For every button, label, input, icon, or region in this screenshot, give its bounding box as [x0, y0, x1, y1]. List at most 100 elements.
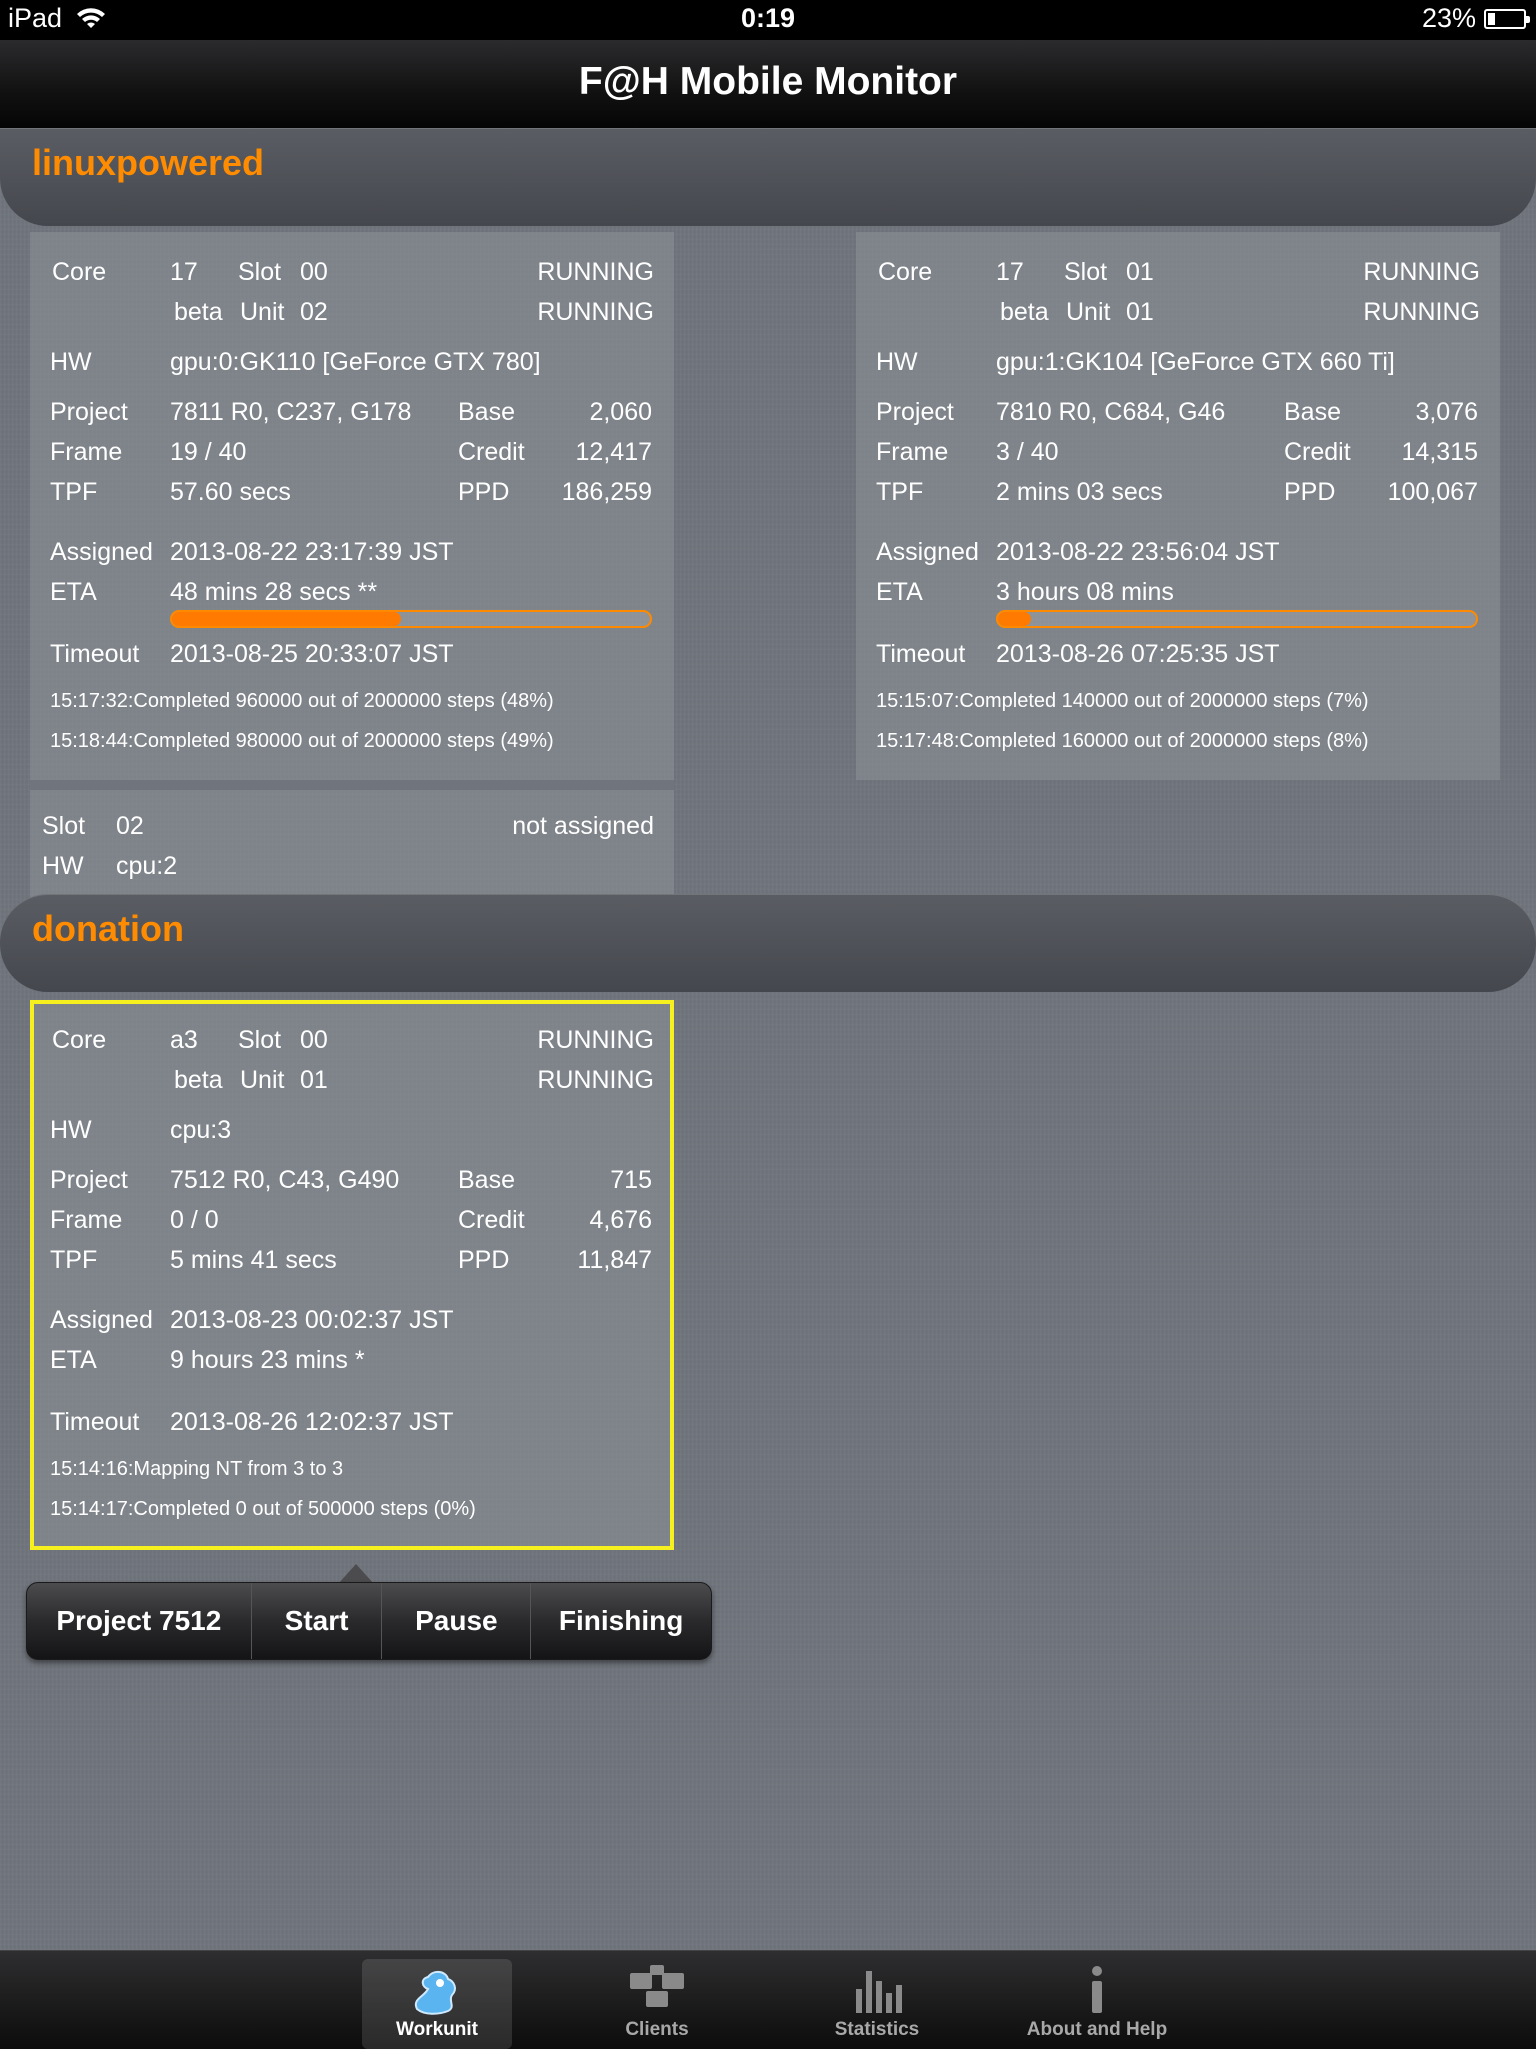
unit-value: 01 — [300, 1066, 328, 1094]
unit-value: 01 — [1126, 298, 1154, 326]
tab-statistics[interactable]: Statistics — [802, 1959, 952, 2049]
hw-value: cpu:3 — [170, 1116, 232, 1144]
eta-label: ETA — [50, 578, 97, 606]
tab-clients[interactable]: Clients — [582, 1959, 732, 2049]
credit-label: Credit — [458, 438, 525, 466]
project-label: Project — [50, 1166, 128, 1194]
project-value: 7810 R0, C684, G46 — [996, 398, 1226, 426]
workunit-card[interactable]: Core 17 Slot 01 RUNNING beta Unit 01 RUN… — [856, 232, 1500, 780]
tab-bar: Workunit Clients Statistics About and He… — [0, 1950, 1536, 2049]
eta-label: ETA — [876, 578, 923, 606]
tab-label: Workunit — [396, 2019, 478, 2040]
finishing-button[interactable]: Finishing — [531, 1583, 711, 1659]
ppd-label: PPD — [458, 1246, 510, 1274]
slot-value: 00 — [300, 258, 328, 286]
timeout-label: Timeout — [50, 640, 140, 668]
slot-label: Slot — [1064, 258, 1108, 286]
hw-value: cpu:2 — [116, 852, 178, 880]
project-button[interactable]: Project 7512 — [27, 1583, 252, 1659]
slot-label: Slot — [238, 1026, 282, 1054]
battery-icon — [1484, 8, 1530, 29]
project-value: 7512 R0, C43, G490 — [170, 1166, 400, 1194]
workunit-content[interactable]: linuxpowered Core 17 Slot 00 RUNNING bet… — [0, 128, 1536, 1950]
beta-label: beta — [174, 1066, 223, 1094]
base-value: 715 — [610, 1166, 652, 1194]
ppd-value: 100,067 — [1387, 478, 1478, 506]
app-title: F@H Mobile Monitor — [578, 60, 958, 103]
workunit-card[interactable]: Core 17 Slot 00 RUNNING beta Unit 02 RUN… — [30, 232, 674, 910]
beta-label: beta — [1000, 298, 1049, 326]
timeout-label: Timeout — [876, 640, 966, 668]
base-label: Base — [1284, 398, 1341, 426]
log-line: 15:18:44:Completed 980000 out of 2000000… — [50, 730, 554, 752]
tab-workunit[interactable]: Workunit — [362, 1959, 512, 2049]
timeout-value: 2013-08-25 20:33:07 JST — [170, 640, 454, 668]
ppd-label: PPD — [1284, 478, 1336, 506]
log-line: 15:17:32:Completed 960000 out of 2000000… — [50, 690, 554, 712]
slot-state: RUNNING — [1363, 258, 1480, 286]
timeout-value: 2013-08-26 12:02:37 JST — [170, 1408, 454, 1436]
slot-value: 00 — [300, 1026, 328, 1054]
frame-value: 3 / 40 — [996, 438, 1059, 466]
progress-bar — [996, 610, 1478, 628]
slot-state: RUNNING — [537, 1026, 654, 1054]
unit-label: Unit — [240, 298, 285, 326]
progress-fill — [172, 612, 402, 626]
core-label: Core — [52, 258, 107, 286]
client-header-linuxpowered[interactable]: linuxpowered — [0, 128, 1536, 226]
slot-divider — [30, 780, 674, 790]
pause-button[interactable]: Pause — [382, 1583, 532, 1659]
client-name: donation — [32, 908, 184, 949]
hw-label: HW — [876, 348, 918, 376]
log-line: 15:14:17:Completed 0 out of 500000 steps… — [50, 1498, 476, 1520]
status-time: 0:19 — [740, 3, 796, 33]
base-label: Base — [458, 398, 515, 426]
info-icon — [1092, 1966, 1102, 2013]
progress-fill — [998, 612, 1032, 626]
slot-status: not assigned — [512, 812, 654, 840]
tpf-value: 5 mins 41 secs — [170, 1246, 337, 1274]
base-label: Base — [458, 1166, 515, 1194]
assigned-value: 2013-08-22 23:56:04 JST — [996, 538, 1280, 566]
slot-value: 02 — [116, 812, 144, 840]
status-right: 23% — [1421, 3, 1530, 34]
unit-state: RUNNING — [537, 1066, 654, 1094]
hw-label: HW — [50, 348, 92, 376]
assigned-label: Assigned — [50, 538, 153, 566]
frame-label: Frame — [50, 1206, 123, 1234]
frame-value: 19 / 40 — [170, 438, 247, 466]
tpf-label: TPF — [876, 478, 924, 506]
log-line: 15:14:16:Mapping NT from 3 to 3 — [50, 1458, 344, 1480]
tab-label: Clients — [625, 2019, 689, 2040]
ppd-label: PPD — [458, 478, 510, 506]
frame-label: Frame — [50, 438, 123, 466]
start-button[interactable]: Start — [252, 1583, 383, 1659]
client-header-donation[interactable]: donation — [0, 894, 1536, 992]
eta-value: 9 hours 23 mins * — [170, 1346, 365, 1374]
tab-label: About and Help — [1026, 2019, 1168, 2040]
core-label: Core — [878, 258, 933, 286]
navigation-bar: F@H Mobile Monitor — [0, 40, 1536, 129]
status-bar: iPad 0:19 23% — [0, 0, 1536, 40]
core-value: 17 — [996, 258, 1024, 286]
clients-icon — [630, 1965, 684, 2007]
workunit-icon — [414, 1971, 456, 2015]
assigned-label: Assigned — [50, 1306, 153, 1334]
battery-percent: 23% — [1421, 3, 1476, 33]
hw-value: gpu:0:GK110 [GeForce GTX 780] — [170, 348, 541, 376]
tab-about-help[interactable]: About and Help — [1022, 1959, 1172, 2049]
tpf-value: 2 mins 03 secs — [996, 478, 1163, 506]
workunit-card-selected[interactable]: Core a3 Slot 00 RUNNING beta Unit 01 RUN… — [30, 1000, 674, 1550]
hw-label: HW — [42, 852, 84, 880]
tpf-label: TPF — [50, 1246, 98, 1274]
eta-value: 3 hours 08 mins — [996, 578, 1174, 606]
hw-label: HW — [50, 1116, 92, 1144]
frame-value: 0 / 0 — [170, 1206, 219, 1234]
progress-bar — [170, 610, 652, 628]
tpf-value: 57.60 secs — [170, 478, 291, 506]
unit-state: RUNNING — [1363, 298, 1480, 326]
base-value: 2,060 — [589, 398, 652, 426]
beta-label: beta — [174, 298, 223, 326]
client-name: linuxpowered — [32, 142, 265, 183]
base-value: 3,076 — [1415, 398, 1478, 426]
